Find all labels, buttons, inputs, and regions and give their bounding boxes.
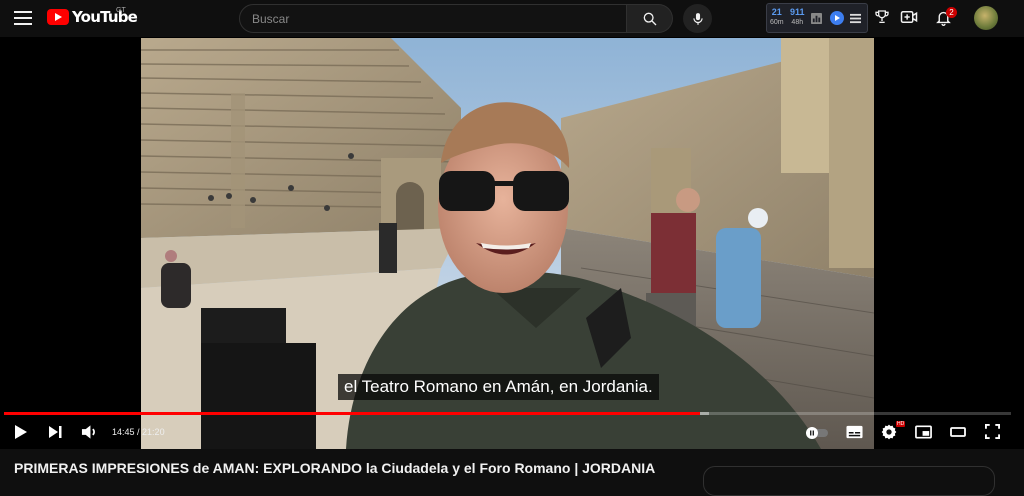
avatar[interactable] [974, 6, 998, 30]
stat-views-60m-value: 21 [771, 7, 782, 17]
extension-stats-widget[interactable]: 21 60m 911 48h [766, 3, 868, 33]
current-time: 14:45 [112, 427, 135, 437]
search-input[interactable] [239, 4, 627, 33]
volume-icon[interactable] [81, 424, 98, 440]
fullscreen-icon[interactable] [985, 424, 1000, 439]
stat-views-60m-unit: 60m [770, 19, 784, 26]
search-button[interactable] [627, 4, 673, 33]
progress-bar[interactable] [4, 412, 1011, 415]
search-icon [643, 12, 656, 25]
miniplayer-icon[interactable] [915, 425, 932, 439]
next-icon[interactable] [48, 425, 62, 439]
settings-icon[interactable] [881, 424, 897, 440]
list-icon[interactable] [850, 13, 861, 24]
bar-chart-icon[interactable] [811, 13, 822, 24]
youtube-logo[interactable]: YouTube GT [47, 7, 138, 26]
time-display: 14:45 / 21:20 [112, 427, 165, 437]
mic-icon [692, 12, 703, 25]
video-player[interactable]: el Teatro Romano en Amán, en Jordania. 1… [0, 37, 1024, 449]
region-code: GT [116, 7, 126, 14]
stat-views-48h: 911 48h [790, 7, 805, 27]
stat-views-48h-unit: 48h [791, 19, 804, 26]
play-icon[interactable] [14, 424, 28, 440]
logo-text: YouTube [72, 8, 138, 26]
menu-icon[interactable] [12, 8, 34, 28]
progress-played [4, 412, 701, 415]
trophy-icon[interactable] [874, 8, 890, 26]
duration: 21:20 [142, 427, 165, 437]
voice-search-button[interactable] [683, 4, 712, 33]
caption-text: el Teatro Romano en Amán, en Jordania. [338, 374, 659, 400]
notification-count-badge: 2 [946, 7, 957, 18]
create-icon[interactable] [900, 8, 918, 26]
stat-views-60m: 21 60m [770, 7, 784, 27]
top-bar: YouTube GT 21 60m 911 48h 2 [0, 0, 1024, 37]
autoplay-toggle[interactable] [806, 427, 828, 439]
search-bar [239, 4, 673, 33]
hd-badge: HD [896, 421, 906, 427]
sidebar-chip-bar [703, 466, 995, 496]
play-circle-icon[interactable] [830, 11, 844, 25]
time-separator: / [134, 427, 143, 437]
youtube-logo-icon [47, 9, 69, 25]
stat-views-48h-value: 911 [790, 7, 805, 17]
video-title: PRIMERAS IMPRESIONES de AMAN: EXPLORANDO… [14, 460, 656, 476]
theater-mode-icon[interactable] [950, 427, 966, 437]
subtitles-icon[interactable] [846, 425, 863, 439]
